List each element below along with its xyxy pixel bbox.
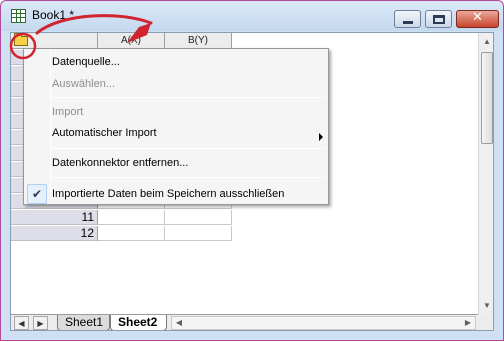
tab-sheet2[interactable]: Sheet2: [110, 315, 167, 330]
menu-item-automatischer-import[interactable]: Automatischer Import: [26, 122, 326, 144]
scroll-down-icon[interactable]: ▼: [479, 297, 493, 314]
menu-item-importierte-daten-ausschliessen[interactable]: Importierte Daten beim Speichern ausschl…: [26, 183, 326, 205]
tab-sheet1[interactable]: Sheet1: [57, 315, 110, 330]
table-cell[interactable]: [165, 210, 232, 225]
column-header-b[interactable]: B(Y): [165, 33, 232, 49]
folder-icon[interactable]: [14, 33, 28, 46]
row-header[interactable]: 11: [11, 210, 98, 225]
tab-next-icon[interactable]: ▶: [33, 316, 48, 330]
close-button[interactable]: ✕: [456, 10, 499, 28]
menu-separator: [52, 97, 326, 98]
scroll-up-icon[interactable]: ▲: [479, 33, 493, 50]
menu-separator: [52, 177, 326, 178]
context-menu: Datenquelle... Auswählen... Import Autom…: [23, 48, 329, 205]
scroll-left-icon[interactable]: ◀: [172, 317, 186, 329]
corner-cell[interactable]: [11, 33, 98, 49]
maximize-icon: [433, 15, 445, 24]
table-cell[interactable]: [98, 226, 165, 241]
workbook-icon: [11, 9, 26, 23]
tab-prev-icon[interactable]: ◀: [14, 316, 29, 330]
menu-item-datenquelle[interactable]: Datenquelle...: [26, 51, 326, 73]
vertical-scrollbar[interactable]: ▲ ▼: [478, 33, 493, 314]
minimize-button[interactable]: [394, 10, 421, 28]
close-icon: ✕: [472, 10, 483, 25]
menu-item-datenkonnektor-entfernen[interactable]: Datenkonnektor entfernen...: [26, 152, 326, 174]
vertical-scroll-thumb[interactable]: [481, 52, 493, 144]
title-bar[interactable]: Book1 * ✕: [1, 1, 503, 31]
table-cell[interactable]: [98, 210, 165, 225]
table-cell[interactable]: [165, 226, 232, 241]
submenu-arrow-icon: [319, 133, 323, 141]
scroll-right-icon[interactable]: ▶: [461, 317, 475, 329]
column-header-a[interactable]: A(X): [98, 33, 165, 49]
workbook-window: Book1 * ✕ A(X) B(Y) 123456789101112 ▲ ▼ …: [0, 0, 504, 341]
maximize-button[interactable]: [425, 10, 452, 28]
window-title: Book1 *: [32, 8, 75, 22]
menu-item-auswaehlen[interactable]: Auswählen...: [26, 73, 326, 95]
menu-item-import[interactable]: Import: [26, 101, 326, 123]
row-header[interactable]: 12: [11, 226, 98, 241]
menu-separator: [52, 148, 326, 149]
size-grip[interactable]: [478, 314, 493, 330]
horizontal-scrollbar[interactable]: ◀ ▶: [171, 316, 476, 330]
minimize-icon: [403, 21, 413, 24]
